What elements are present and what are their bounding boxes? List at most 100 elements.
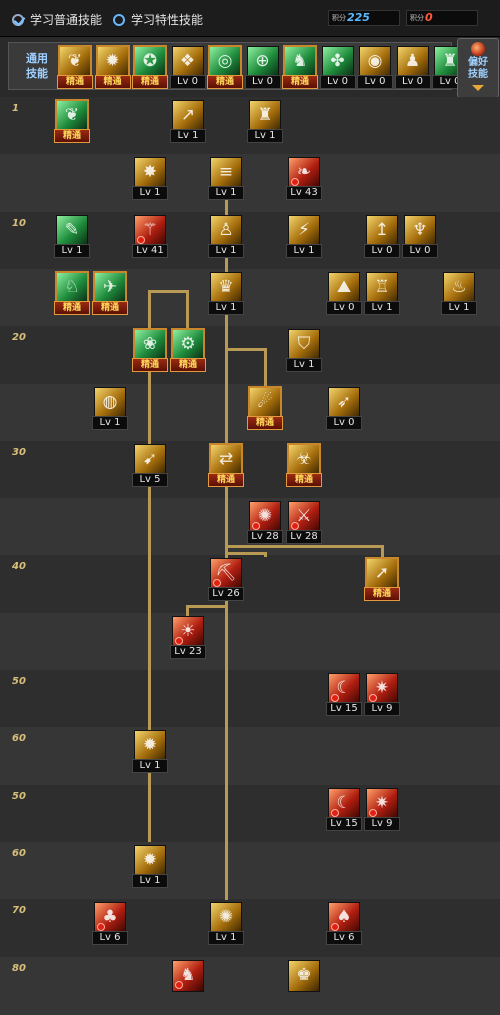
skill-icon: ✹	[95, 45, 130, 79]
tree-skill-slot[interactable]: ✸ Lv 1	[132, 157, 168, 201]
tab-normal-skills[interactable]: 学习普通技能	[12, 11, 102, 28]
skill-glyph-icon: ➹	[142, 448, 158, 469]
tree-skill-slot[interactable]: ☣ 精通	[286, 442, 322, 487]
skill-level-label: 精通	[92, 300, 128, 315]
tree-skill-slot[interactable]: ⚚ Lv 41	[132, 214, 168, 258]
tier-row	[0, 154, 500, 213]
common-skill-slot[interactable]: ♞ 精通	[282, 45, 318, 89]
skill-glyph-icon: ➚	[374, 563, 390, 584]
common-skill-slot[interactable]: ✹ 精通	[94, 45, 131, 89]
tree-skill-slot[interactable]: ♘ 精通	[54, 270, 90, 315]
common-skill-slot[interactable]: ⊕ Lv 0	[244, 46, 281, 89]
tree-skill-slot[interactable]: ✹ Lv 1	[132, 730, 168, 774]
tree-skill-slot[interactable]: ✈ 精通	[92, 270, 128, 315]
tree-skill-slot[interactable]: ⚡ Lv 1	[286, 214, 322, 258]
tree-skill-slot[interactable]: ⛰ Lv 0	[326, 271, 362, 315]
tree-skill-slot[interactable]: ☾ Lv 15	[326, 787, 362, 831]
skill-level-label: Lv 1	[170, 129, 206, 143]
common-skill-slot[interactable]: ❦ 精通	[57, 45, 93, 89]
tree-skill-slot[interactable]: ✷ Lv 9	[364, 787, 400, 831]
tier-row: 70	[0, 899, 500, 958]
prerequisite-line	[264, 348, 267, 388]
tree-skill-slot[interactable]: ➚ 精通	[364, 557, 400, 602]
tree-skill-slot[interactable]: ♚	[288, 959, 320, 1002]
tree-skill-slot[interactable]: ❦ 精通	[54, 99, 90, 143]
tree-skill-slot[interactable]: ↗ Lv 1	[170, 100, 206, 143]
skill-icon: ✈	[93, 270, 127, 305]
skill-icon: ☾	[328, 673, 360, 705]
skill-level-label: 精通	[54, 129, 90, 143]
skill-level-label: Lv 9	[364, 702, 400, 716]
skill-glyph-icon: ☀	[180, 620, 196, 641]
tree-skill-slot[interactable]: ⚔ Lv 28	[286, 501, 322, 545]
common-skill-slot[interactable]: ✤ Lv 0	[319, 46, 356, 89]
tab-special-skills[interactable]: 学习特性技能	[113, 11, 203, 28]
skill-icon: ♙	[210, 214, 242, 247]
tree-skill-slot[interactable]: ♛ Lv 1	[208, 271, 244, 315]
common-skill-slot[interactable]: ♟ Lv 0	[394, 46, 431, 89]
skill-glyph-icon: ☾	[336, 792, 352, 813]
skill-level-label: Lv 0	[326, 300, 362, 315]
skill-glyph-icon: ⚙	[180, 334, 196, 355]
orb-icon	[471, 42, 485, 56]
skill-glyph-icon: ☾	[336, 678, 352, 698]
tree-skill-slot[interactable]: ♣ Lv 6	[92, 902, 128, 946]
common-skill-slot[interactable]: ◎ 精通	[207, 45, 243, 89]
tree-skill-slot[interactable]: ➹ Lv 5	[132, 443, 168, 487]
points-counter-b: 积分 0	[406, 10, 478, 26]
skill-glyph-icon: ⛰	[336, 276, 352, 297]
skill-glyph-icon: ✹	[142, 735, 158, 756]
skill-icon: ♞	[283, 45, 317, 79]
tree-skill-slot[interactable]: ♠ Lv 6	[326, 902, 362, 946]
tree-skill-slot[interactable]: ❀ 精通	[132, 328, 168, 373]
tree-skill-slot[interactable]: ✎ Lv 1	[54, 214, 90, 258]
skill-icon: ♆	[404, 214, 436, 247]
tree-skill-slot[interactable]: ↥ Lv 0	[364, 214, 400, 258]
tree-skill-slot[interactable]: ✷ Lv 9	[364, 673, 400, 716]
tree-skill-slot[interactable]: ♨ Lv 1	[441, 271, 477, 315]
tree-skill-slot[interactable]: ◍ Lv 1	[92, 386, 128, 430]
tree-skill-slot[interactable]: ♜ Lv 1	[247, 100, 283, 143]
skill-icon: ♞	[172, 959, 204, 992]
skill-icon: ✷	[366, 673, 398, 705]
tier-level-label: 50	[12, 676, 26, 687]
tree-skill-slot[interactable]: ⇄ 精通	[208, 442, 244, 487]
tree-skill-slot[interactable]: ✺ Lv 1	[208, 902, 244, 946]
common-skill-slot[interactable]: ✪ 精通	[132, 45, 168, 89]
skill-icon: ◎	[208, 45, 242, 79]
tree-skill-slot[interactable]: ⛏ Lv 26	[208, 558, 244, 602]
skill-icon: ♟	[396, 46, 429, 78]
preference-skills-button[interactable]: 偏好 技能	[457, 38, 499, 98]
common-skill-slot[interactable]: ◉ Lv 0	[357, 46, 393, 89]
skill-icon: ↥	[366, 214, 398, 247]
skill-icon: ♜	[249, 100, 281, 132]
tree-skill-slot[interactable]: ⛉ Lv 1	[286, 329, 322, 373]
tree-skill-slot[interactable]: ♆ Lv 0	[402, 214, 438, 258]
skill-icon: ✸	[134, 157, 166, 190]
tree-skill-slot[interactable]: ⚙ 精通	[170, 328, 206, 373]
tree-skill-slot[interactable]: ☄ 精通	[247, 385, 283, 430]
tree-skill-slot[interactable]: ≡ Lv 1	[208, 157, 244, 201]
common-skill-slot[interactable]: ❖ Lv 0	[169, 46, 206, 89]
tree-skill-slot[interactable]: ✹ Lv 1	[132, 844, 168, 888]
tab-normal-label: 学习普通技能	[30, 13, 103, 27]
skill-icon: ⚔	[288, 501, 320, 534]
skill-level-label: Lv 0	[394, 75, 431, 89]
skill-glyph-icon: ♨	[451, 276, 467, 297]
skill-level-label: Lv 0	[357, 75, 393, 89]
tree-skill-slot[interactable]: ☾ Lv 15	[326, 673, 362, 716]
tree-skill-slot[interactable]: ♙ Lv 1	[208, 214, 244, 258]
skill-icon: ↗	[172, 100, 204, 132]
tree-skill-slot[interactable]: ❧ Lv 43	[286, 157, 322, 201]
skill-level-label: Lv 1	[132, 186, 168, 201]
tree-skill-slot[interactable]: ♖ Lv 1	[364, 271, 400, 315]
tree-skill-slot[interactable]: ♞	[172, 959, 204, 1002]
tree-skill-slot[interactable]: ➶ Lv 0	[326, 386, 362, 430]
tree-skill-slot[interactable]: ✺ Lv 28	[247, 501, 283, 545]
skill-icon: ☣	[287, 442, 321, 477]
skill-icon: ♘	[55, 270, 89, 305]
skill-glyph-icon: ♖	[374, 276, 390, 297]
skill-level-label: Lv 0	[169, 75, 206, 89]
skill-level-label: Lv 26	[208, 587, 244, 602]
tree-skill-slot[interactable]: ☀ Lv 23	[170, 615, 206, 659]
